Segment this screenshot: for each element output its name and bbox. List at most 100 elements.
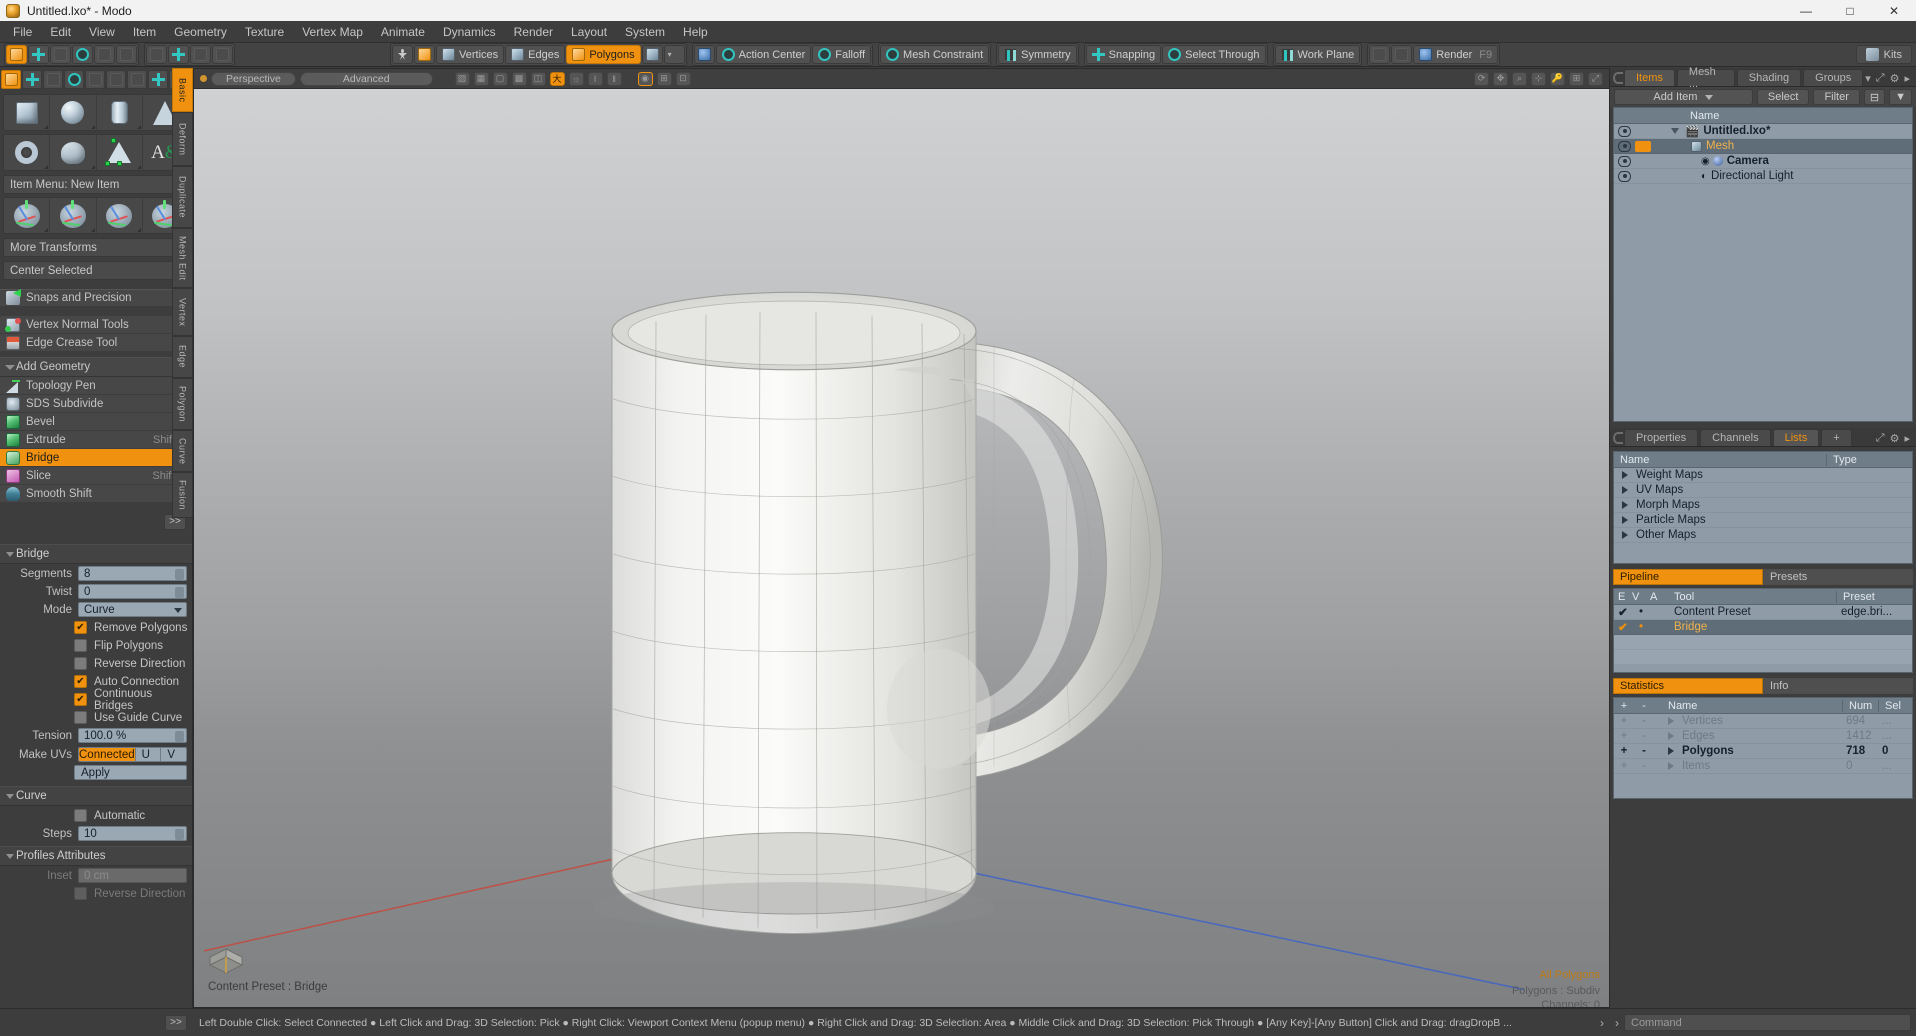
- torus-primitive[interactable]: [4, 135, 51, 170]
- list-item[interactable]: Weight Maps: [1614, 468, 1912, 483]
- cursor-icon[interactable]: [1369, 45, 1391, 64]
- use-guide-curve-row[interactable]: Use Guide Curve: [0, 709, 192, 726]
- filter-button[interactable]: Filter: [1813, 89, 1860, 105]
- visible-dot[interactable]: •: [1632, 621, 1650, 633]
- render-button[interactable]: Render F9: [1413, 45, 1499, 64]
- menu-file[interactable]: File: [4, 23, 41, 41]
- disclosure-triangle-icon[interactable]: [1622, 501, 1628, 509]
- remove-polygons-row[interactable]: Remove Polygons: [0, 619, 192, 636]
- mesh-select-badge-icon[interactable]: [1635, 140, 1651, 152]
- gear-icon[interactable]: ⚙: [1890, 72, 1900, 85]
- menu-dynamics[interactable]: Render: [505, 23, 562, 41]
- item-menu-dropdown[interactable]: Item Menu: New Item: [3, 175, 189, 194]
- viewport-light-icon[interactable]: ☼: [568, 71, 584, 86]
- maximize-button[interactable]: □: [1828, 0, 1872, 21]
- tab-properties[interactable]: Properties: [1624, 429, 1699, 446]
- menu-geometry[interactable]: Texture: [236, 23, 293, 41]
- twist-input[interactable]: 0: [78, 584, 187, 599]
- edge-crease-tool-item[interactable]: Edge Crease Tool: [0, 334, 192, 352]
- viewport-solid-icon[interactable]: ▢: [492, 71, 508, 86]
- tab-statistics[interactable]: Statistics: [1613, 678, 1763, 694]
- table-row[interactable]: ✔ • Bridge: [1614, 620, 1912, 635]
- select-through-button[interactable]: Select Through: [1162, 45, 1266, 64]
- viewport-maximize-icon[interactable]: ⤢: [1588, 71, 1603, 86]
- menu-render[interactable]: Layout: [562, 23, 616, 41]
- vertices-mode-button[interactable]: Vertices: [436, 45, 505, 64]
- statistics-table[interactable]: + - Name Num Sel + - Vertices 694 ... + - …: [1613, 697, 1913, 799]
- add-stat-button[interactable]: +: [1614, 745, 1634, 757]
- menu-edit[interactable]: Edit: [41, 23, 80, 41]
- flip-polygons-row[interactable]: Flip Polygons: [0, 637, 192, 654]
- disclosure-triangle-icon[interactable]: [1671, 128, 1679, 134]
- stamp-icon[interactable]: [116, 45, 137, 64]
- visibility-eye-icon[interactable]: [1618, 155, 1631, 167]
- use-guide-curve-checkbox[interactable]: [74, 711, 87, 724]
- cylinder-primitive[interactable]: [97, 95, 143, 130]
- vtab-vertex[interactable]: Vertex: [172, 288, 193, 336]
- extrude-tool[interactable]: Extrude Shift-X: [0, 431, 192, 449]
- funnel-icon[interactable]: ▼: [1889, 89, 1912, 105]
- mode-select[interactable]: Curve: [78, 602, 187, 617]
- visibility-eye-icon[interactable]: [1618, 125, 1631, 137]
- viewport-fit-icon[interactable]: ⊹: [1531, 71, 1546, 86]
- table-row[interactable]: ◉ Camera: [1614, 154, 1912, 169]
- make-uvs-u[interactable]: U: [135, 748, 162, 761]
- vtab-polygon[interactable]: Polygon: [172, 378, 193, 430]
- segments-input[interactable]: 8: [78, 566, 187, 581]
- table-row[interactable]: 🎬 Untitled.lxo*: [1614, 124, 1912, 139]
- vtab-basic[interactable]: Basic: [172, 68, 193, 112]
- viewport-split-icon[interactable]: ⊞: [1569, 71, 1584, 86]
- polygon-pen-icon[interactable]: [50, 45, 71, 64]
- gear-icon[interactable]: ⚙: [1890, 432, 1900, 445]
- table-row[interactable]: + - Edges 1412 ...: [1614, 729, 1912, 744]
- smooth-shift-tool[interactable]: Smooth Shift: [0, 485, 192, 503]
- vtab-mesh-edit[interactable]: Mesh Edit: [172, 228, 193, 288]
- close-button[interactable]: ✕: [1872, 0, 1916, 21]
- falloff-pen-icon[interactable]: [94, 45, 115, 64]
- flip-polygons-checkbox[interactable]: [74, 639, 87, 652]
- item-mode-icon[interactable]: [6, 45, 27, 64]
- pipeline-table[interactable]: E V A Tool Preset ✔ • Content Preset edg…: [1613, 588, 1913, 673]
- minimize-button[interactable]: —: [1784, 0, 1828, 21]
- make-uvs-segmented[interactable]: Connected U V: [78, 747, 187, 762]
- falloff-button[interactable]: Falloff: [812, 45, 872, 64]
- work-plane-button[interactable]: Work Plane: [1274, 45, 1361, 64]
- viewport-ghost-icon[interactable]: ‖: [606, 71, 622, 86]
- cube-primitive[interactable]: [4, 95, 51, 130]
- curve-section-header[interactable]: Curve: [0, 786, 192, 806]
- command-arrow-icon[interactable]: ›: [1615, 1016, 1619, 1030]
- rotate-gizmo[interactable]: [97, 198, 143, 233]
- table-row[interactable]: + - Vertices 694 ...: [1614, 714, 1912, 729]
- menu-animate[interactable]: Dynamics: [434, 23, 505, 41]
- bevel-tool[interactable]: Bevel B: [0, 413, 192, 431]
- list-item[interactable]: Morph Maps: [1614, 498, 1912, 513]
- status-overflow-icon[interactable]: ›: [1594, 1016, 1610, 1030]
- stamp-tool-icon[interactable]: [106, 70, 126, 89]
- vtab-curve[interactable]: Curve: [172, 430, 193, 472]
- loop-icon[interactable]: [146, 45, 167, 64]
- viewport-key-icon[interactable]: 🔑: [1550, 71, 1565, 86]
- spiral-primitive[interactable]: [50, 135, 97, 170]
- curve-icon[interactable]: [72, 45, 93, 64]
- table-row[interactable]: + - Items 0 ...: [1614, 759, 1912, 774]
- tab-channels[interactable]: Channels: [1700, 429, 1771, 446]
- visible-dot[interactable]: •: [1632, 606, 1650, 618]
- disclosure-triangle-icon[interactable]: [1622, 486, 1628, 494]
- expand-icon[interactable]: ⤢: [1876, 432, 1885, 445]
- tab-mesh[interactable]: Mesh ...: [1676, 66, 1735, 90]
- topology-pen-tool[interactable]: Topology Pen: [0, 377, 192, 395]
- chevron-down-icon[interactable]: ▾: [663, 45, 685, 64]
- sds-subdivide-tool[interactable]: SDS Subdivide D: [0, 395, 192, 413]
- circle-tool-icon[interactable]: [64, 70, 84, 89]
- preview-icon[interactable]: [1391, 45, 1413, 64]
- polygons-mode-button[interactable]: Polygons: [566, 45, 641, 64]
- action-center-button[interactable]: Action Center: [715, 45, 812, 64]
- chevron-right-icon[interactable]: ▸: [1904, 72, 1910, 85]
- viewport-3d[interactable]: Perspective Advanced ▨ ▦ ▢ ▩ ◫ 大 ☼ ǀ ‖ ◉…: [193, 68, 1610, 1008]
- disclosure-triangle-icon[interactable]: [1622, 516, 1628, 524]
- snaps-and-precision-item[interactable]: Snaps and Precision: [0, 289, 192, 307]
- vtab-deform[interactable]: Deform: [172, 112, 193, 166]
- reverse-direction-checkbox[interactable]: [74, 657, 87, 670]
- mesh-constraint-button[interactable]: Mesh Constraint: [880, 45, 990, 64]
- continuous-bridges-row[interactable]: Continuous Bridges: [0, 688, 192, 712]
